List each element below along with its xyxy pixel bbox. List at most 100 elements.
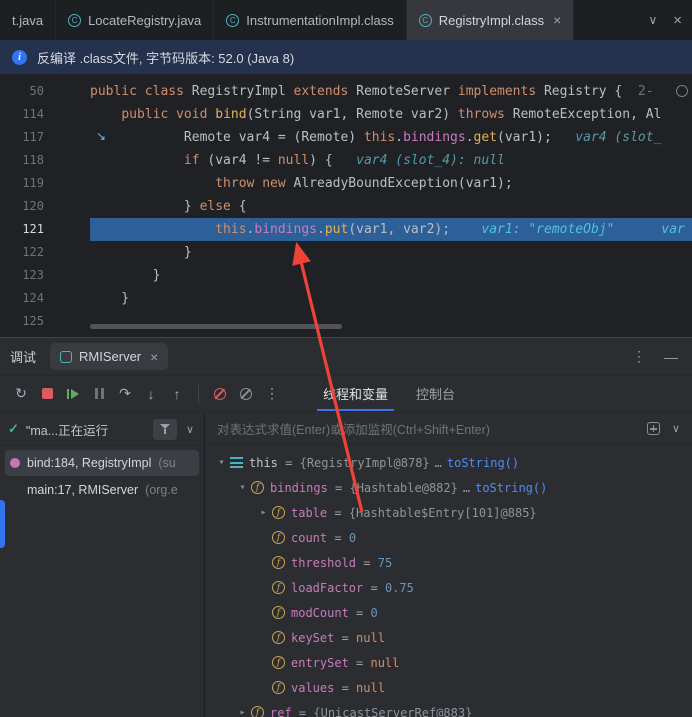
toolbar-separator [198, 385, 199, 403]
tree-chevron-icon[interactable]: ▾ [213, 457, 230, 468]
line-number[interactable]: 122 [0, 241, 50, 264]
line-number[interactable]: 117 [0, 126, 50, 149]
editor-tab-InstrumentationImpl.class[interactable]: CInstrumentationImpl.class [214, 0, 406, 40]
execution-jump-icon[interactable]: ↘ [96, 130, 106, 142]
evaluate-input[interactable]: 对表达式求值(Enter)或添加监视(Ctrl+Shift+Enter) [217, 419, 635, 438]
stack-frame-row[interactable]: main:17, RMIServer (org.e [5, 477, 199, 503]
editor-tab-t.java[interactable]: t.java [0, 0, 56, 40]
variable-row-bindings[interactable]: ▾fbindings = {Hashtable@882}…toString() [205, 475, 692, 500]
session-chevron-icon[interactable]: ∨ [184, 423, 196, 436]
code-line-114[interactable]: 114 public void bind(String var1, Remote… [0, 103, 692, 126]
line-number[interactable]: 119 [0, 172, 50, 195]
variable-value: 0 [349, 531, 356, 545]
code-line-119[interactable]: 119 throw new AlreadyBoundException(var1… [0, 172, 692, 195]
info-icon: i [12, 50, 27, 65]
session-status-row[interactable]: ✓ "ma...正在运行 ∨ [0, 413, 204, 446]
class-icon: C [68, 14, 81, 27]
hide-tool-window-icon[interactable]: — [664, 349, 678, 365]
variable-row-values[interactable]: fvalues = null [205, 675, 692, 700]
line-code [90, 310, 692, 333]
pause-button[interactable] [86, 381, 112, 407]
variable-row-threshold[interactable]: fthreshold = 75 [205, 550, 692, 575]
line-number[interactable]: 125 [0, 310, 50, 333]
line-number[interactable]: 120 [0, 195, 50, 218]
debug-session-tab[interactable]: RMIServer × [50, 343, 168, 370]
variable-name: threshold [291, 556, 356, 570]
tree-chevron-icon[interactable]: ▸ [255, 507, 272, 518]
evaluate-chevron-icon[interactable]: ∨ [672, 422, 680, 435]
variable-row-keySet[interactable]: fkeySet = null [205, 625, 692, 650]
tostring-link[interactable]: toString() [447, 456, 519, 470]
tree-chevron-icon[interactable]: ▾ [234, 482, 251, 493]
code-line-121[interactable]: 121 this.bindings.put(var1, var2); var1:… [0, 218, 692, 241]
code-line-118[interactable]: 118 if (var4 != null) { var4 (slot_4): n… [0, 149, 692, 172]
code-token: this [364, 130, 395, 145]
variable-name: this [249, 456, 278, 470]
tabbar-actions: ∨ × [638, 0, 692, 40]
editor-close-icon[interactable]: × [673, 12, 682, 29]
equals-sign: = [327, 506, 349, 520]
variable-name: ref [270, 706, 292, 717]
toolbar-more-icon[interactable]: ⋮ [259, 381, 285, 407]
resume-button[interactable] [60, 381, 86, 407]
variable-name: keySet [291, 631, 334, 645]
code-line-120[interactable]: 120 } else { [0, 195, 692, 218]
tab-close-icon[interactable]: × [553, 12, 561, 28]
variable-row-count[interactable]: fcount = 0 [205, 525, 692, 550]
decompile-banner: i 反编译 .class文件, 字节码版本: 52.0 (Java 8) [0, 40, 692, 74]
code-token: var1: "remoteObj" [481, 222, 614, 237]
step-into-button[interactable]: ↓ [138, 381, 164, 407]
code-line-123[interactable]: 123 } [0, 264, 692, 287]
step-out-button[interactable]: ↑ [164, 381, 190, 407]
debug-view-tabs: 线程和变量控制台 [309, 376, 469, 411]
line-number[interactable]: 124 [0, 287, 50, 310]
variable-row-entrySet[interactable]: fentrySet = null [205, 650, 692, 675]
code-editor[interactable]: 50public class RegistryImpl extends Remo… [0, 74, 692, 337]
view-breakpoints-button[interactable] [207, 381, 233, 407]
tab-threads-variables[interactable]: 线程和变量 [309, 376, 402, 411]
line-code: } [90, 287, 692, 310]
variable-row-table[interactable]: ▸ftable = {Hashtable$Entry[101]@885} [205, 500, 692, 525]
code-line-125[interactable]: 125 [0, 310, 692, 333]
variable-row-modCount[interactable]: fmodCount = 0 [205, 600, 692, 625]
rerun-button[interactable]: ↻ [8, 381, 34, 407]
code-line-124[interactable]: 124 } [0, 287, 692, 310]
line-code: this.bindings.put(var1, var2); var1: "re… [90, 218, 692, 241]
editor-hscrollbar[interactable] [90, 324, 342, 329]
stop-button[interactable] [34, 381, 60, 407]
code-token: this [215, 222, 246, 237]
mute-breakpoints-button[interactable] [233, 381, 259, 407]
stack-frame-row[interactable]: bind:184, RegistryImpl (su [5, 450, 199, 476]
line-number[interactable]: 123 [0, 264, 50, 287]
line-number[interactable]: 114 [0, 103, 50, 126]
variable-row-this[interactable]: ▾this = {RegistryImpl@878}…toString() [205, 450, 692, 475]
code-line-122[interactable]: 122 } [0, 241, 692, 264]
filter-frames-button[interactable] [153, 419, 177, 440]
step-over-button[interactable]: ↷ [112, 381, 138, 407]
ellipsis: … [463, 481, 470, 495]
inspection-widget-icon[interactable] [676, 85, 688, 97]
code-token: (String var1, Remote var2) [247, 107, 458, 122]
tree-chevron-icon[interactable]: ▸ [234, 707, 251, 717]
code-token [90, 222, 215, 237]
variable-value: {UnicastServerRef@883} [313, 706, 472, 717]
editor-tab-RegistryImpl.class[interactable]: CRegistryImpl.class× [407, 0, 575, 40]
resume-icon [71, 389, 79, 399]
add-watch-icon[interactable] [647, 422, 660, 435]
line-code: if (var4 != null) { var4 (slot_4): null [90, 149, 692, 172]
tab-overflow-chevron-icon[interactable]: ∨ [648, 13, 657, 27]
code-line-50[interactable]: 50public class RegistryImpl extends Remo… [0, 80, 692, 103]
tostring-link[interactable]: toString() [475, 481, 547, 495]
gutter-spacer [50, 195, 90, 218]
session-tab-close-icon[interactable]: × [150, 349, 158, 365]
debug-stripe-indicator[interactable] [0, 500, 5, 548]
line-number[interactable]: 118 [0, 149, 50, 172]
variable-row-ref[interactable]: ▸fref = {UnicastServerRef@883} [205, 700, 692, 717]
more-options-icon[interactable]: ⋮ [632, 348, 646, 365]
code-token [90, 176, 215, 191]
variable-row-loadFactor[interactable]: floadFactor = 0.75 [205, 575, 692, 600]
line-number[interactable]: 121 [0, 218, 50, 241]
tab-console[interactable]: 控制台 [402, 376, 469, 411]
editor-tab-LocateRegistry.java[interactable]: CLocateRegistry.java [56, 0, 214, 40]
line-number[interactable]: 50 [0, 80, 50, 103]
